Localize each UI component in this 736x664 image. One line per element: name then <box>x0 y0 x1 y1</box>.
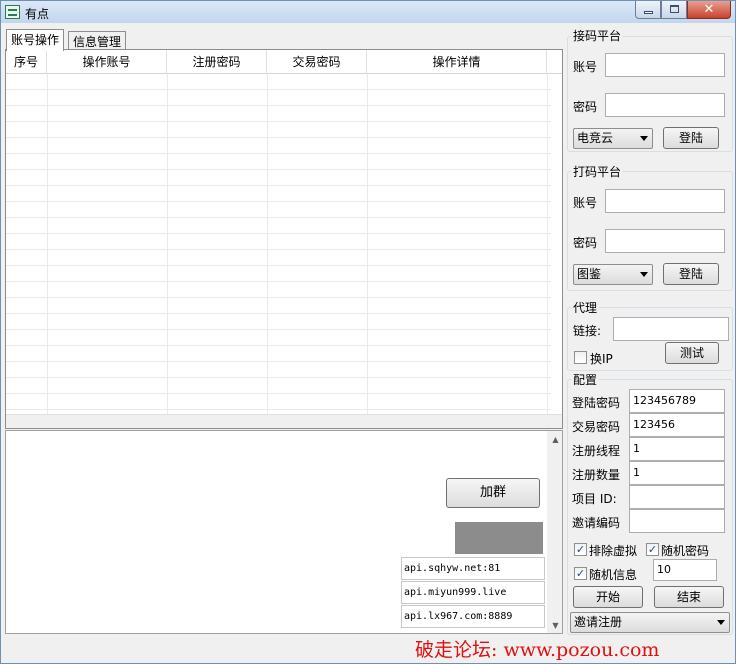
column-divider <box>167 74 168 414</box>
api-endpoint-3[interactable]: api.lx967.com:8889 <box>401 605 545 628</box>
window-title: 有点 <box>25 7 50 21</box>
add-group-button[interactable]: 加群 <box>446 478 540 508</box>
column-divider <box>267 74 268 414</box>
random-info-label: 随机信息 <box>589 568 638 582</box>
sms-provider-value: 电竞云 <box>577 131 614 145</box>
sms-provider-select[interactable]: 电竞云 <box>573 128 653 149</box>
maximize-icon <box>670 5 679 13</box>
app-logo-icon <box>5 5 20 19</box>
end-button[interactable]: 结束 <box>654 586 724 608</box>
proxy-title: 代理 <box>571 299 600 316</box>
trade-password-label: 交易密码 <box>572 420 621 434</box>
account-table: 序号 操作账号 注册密码 交易密码 操作详情 <box>6 50 562 428</box>
proxy-link-input[interactable] <box>613 317 729 341</box>
table-body[interactable] <box>6 74 551 414</box>
chevron-down-icon <box>717 620 725 625</box>
captcha-password-input[interactable] <box>605 229 725 253</box>
sms-account-label: 账号 <box>573 60 598 74</box>
proxy-test-button[interactable]: 测试 <box>665 342 719 364</box>
captcha-platform-title: 打码平台 <box>571 163 624 180</box>
captcha-login-button[interactable]: 登陆 <box>663 263 719 285</box>
mode-value: 邀请注册 <box>574 615 623 629</box>
api-endpoint-2[interactable]: api.miyun999.live <box>401 581 545 604</box>
gray-placeholder <box>455 522 543 554</box>
invite-code-label: 邀请编码 <box>572 516 621 530</box>
captcha-account-input[interactable] <box>605 189 725 213</box>
column-header-register-password[interactable]: 注册密码 <box>167 50 267 74</box>
mode-select[interactable]: 邀请注册 <box>570 612 730 633</box>
minimize-button[interactable] <box>635 1 661 19</box>
start-button[interactable]: 开始 <box>573 586 643 608</box>
random-info-input[interactable]: 10 <box>653 559 717 581</box>
trade-password-input[interactable]: 123456 <box>629 413 725 437</box>
column-divider <box>47 74 48 414</box>
close-button[interactable]: ✕ <box>687 1 731 19</box>
column-header-index[interactable]: 序号 <box>6 50 47 74</box>
table-horizontal-scrollbar[interactable] <box>6 414 562 428</box>
sms-platform-title: 接码平台 <box>571 27 624 44</box>
captcha-provider-select[interactable]: 图鉴 <box>573 264 653 285</box>
tab-info-management[interactable]: 信息管理 <box>68 31 127 50</box>
close-icon: ✕ <box>703 2 715 17</box>
project-id-input[interactable] <box>629 485 725 509</box>
chevron-down-icon <box>640 136 648 141</box>
register-threads-input[interactable]: 1 <box>629 437 725 461</box>
log-vertical-scrollbar[interactable]: ▲ ▼ <box>549 431 562 633</box>
minimize-icon <box>644 11 653 14</box>
exclude-virtual-checkbox[interactable]: ✓ <box>574 543 587 556</box>
window-controls: ✕ <box>635 1 731 19</box>
api-endpoint-1[interactable]: api.sqhyw.net:81 <box>401 557 545 580</box>
column-divider <box>367 74 368 414</box>
chevron-down-icon <box>640 272 648 277</box>
random-password-label: 随机密码 <box>661 544 710 558</box>
random-info-checkbox[interactable]: ✓ <box>574 567 587 580</box>
app-window: 有点 ✕ 账号操作 信息管理 序号 操作账号 注册密码 交易密码 操作详情 ▲ … <box>0 0 736 664</box>
captcha-provider-value: 图鉴 <box>577 267 602 281</box>
login-password-input[interactable]: 123456789 <box>629 389 725 413</box>
scroll-down-icon[interactable]: ▼ <box>549 619 562 632</box>
sms-password-input[interactable] <box>605 93 725 117</box>
account-ops-panel: 序号 操作账号 注册密码 交易密码 操作详情 <box>5 49 563 429</box>
register-count-label: 注册数量 <box>572 468 621 482</box>
column-header-trade-password[interactable]: 交易密码 <box>267 50 367 74</box>
register-count-input[interactable]: 1 <box>629 461 725 485</box>
sms-account-input[interactable] <box>605 53 725 77</box>
sms-login-button[interactable]: 登陆 <box>663 127 719 149</box>
tab-account-ops[interactable]: 账号操作 <box>6 29 65 51</box>
login-password-label: 登陆密码 <box>572 396 621 410</box>
captcha-password-label: 密码 <box>573 236 598 250</box>
sms-password-label: 密码 <box>573 100 598 114</box>
config-title: 配置 <box>571 371 600 388</box>
invite-code-input[interactable] <box>629 509 725 533</box>
title-bar[interactable]: 有点 ✕ <box>1 1 735 23</box>
change-ip-label: 换IP <box>590 352 613 366</box>
table-header: 序号 操作账号 注册密码 交易密码 操作详情 <box>6 50 562 74</box>
change-ip-checkbox[interactable] <box>574 351 587 364</box>
captcha-account-label: 账号 <box>573 196 598 210</box>
maximize-button[interactable] <box>661 1 687 19</box>
column-divider <box>547 74 548 414</box>
column-header-details[interactable]: 操作详情 <box>367 50 547 74</box>
proxy-link-label: 链接: <box>573 324 602 338</box>
project-id-label: 项目 ID: <box>572 492 617 506</box>
register-threads-label: 注册线程 <box>572 444 621 458</box>
scroll-up-icon[interactable]: ▲ <box>549 433 562 446</box>
exclude-virtual-label: 排除虚拟 <box>589 544 638 558</box>
forum-watermark: 破走论坛: www.pozou.com <box>415 639 660 661</box>
random-password-checkbox[interactable]: ✓ <box>646 543 659 556</box>
column-header-account[interactable]: 操作账号 <box>47 50 167 74</box>
